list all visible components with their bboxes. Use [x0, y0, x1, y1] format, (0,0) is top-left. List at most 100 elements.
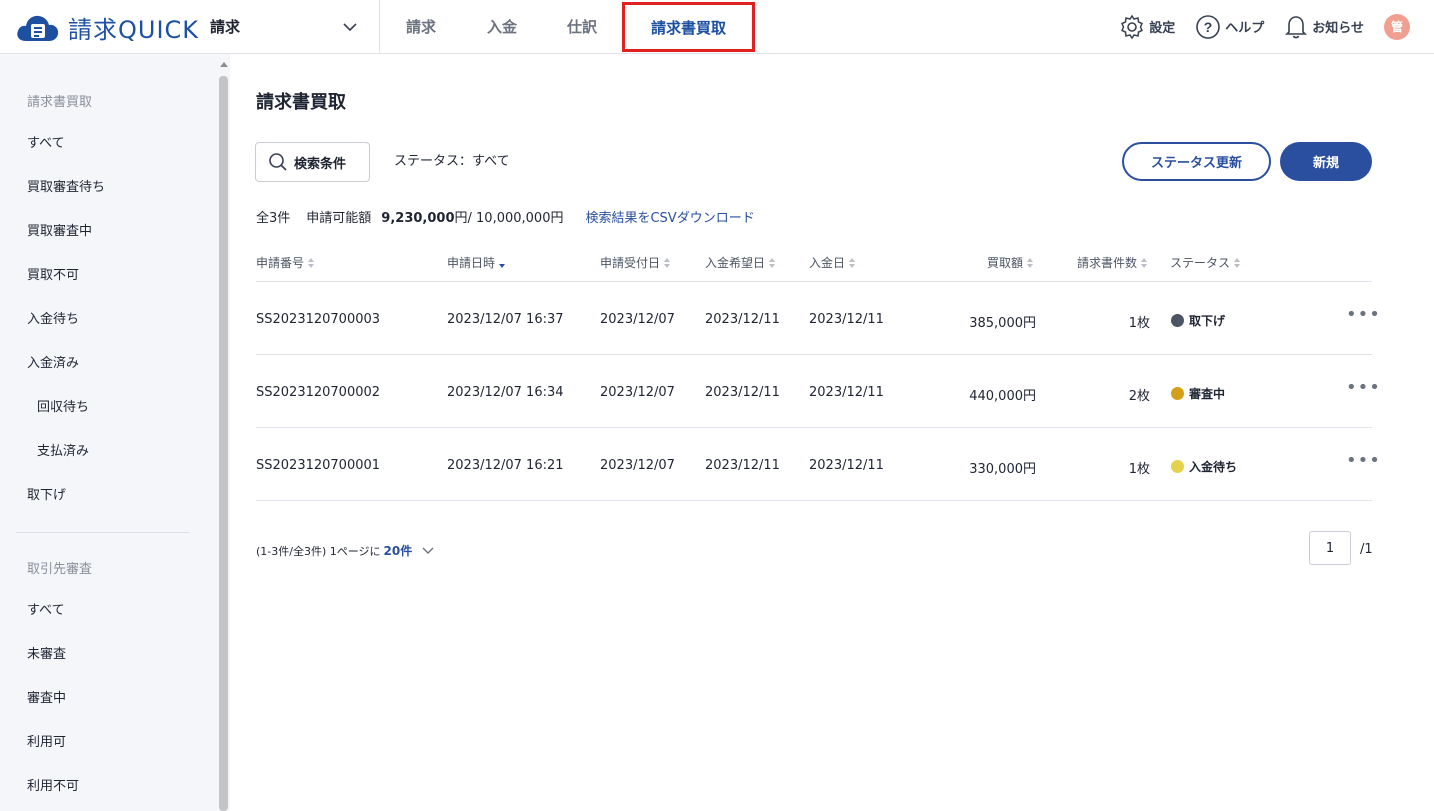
status-filter-text: ステータス：すべて	[394, 154, 510, 169]
column-header-label: 入金希望日	[705, 256, 766, 270]
cell-count: 2枚	[1128, 389, 1150, 404]
sidebar-item-review-waiting[interactable]: 買取審査待ち	[27, 176, 105, 195]
column-header-paid[interactable]: 入金日	[809, 254, 856, 271]
cell-id: SS2023120700003	[256, 312, 381, 327]
sort-icon	[664, 257, 671, 268]
status-refresh-button[interactable]: ステータス更新	[1122, 142, 1271, 181]
cell-paid: 2023/12/11	[809, 385, 884, 400]
sidebar-item-unreviewed[interactable]: 未審査	[27, 643, 66, 662]
chevron-down-icon	[343, 22, 357, 31]
sidebar-item-available[interactable]: 利用可	[27, 731, 66, 750]
sidebar-item-withdrawn[interactable]: 取下げ	[27, 484, 66, 503]
status-dot-icon	[1171, 460, 1184, 473]
column-header-received[interactable]: 申請受付日	[600, 254, 671, 271]
bell-icon	[1285, 15, 1308, 38]
cell-received: 2023/12/07	[600, 458, 675, 473]
nav-invoice-purchase[interactable]: 請求書買取	[622, 2, 755, 52]
scrollbar-thumb[interactable]	[219, 76, 228, 811]
app-selector[interactable]: 請求	[210, 0, 380, 53]
brand-logo[interactable]: 請求QUICK	[14, 10, 199, 45]
column-header-count[interactable]: 請求書件数	[1077, 254, 1148, 271]
status-badge: 取下げ	[1171, 312, 1225, 329]
notifications-label: お知らせ	[1312, 21, 1364, 36]
cell-received: 2023/12/07	[600, 385, 675, 400]
more-options-icon[interactable]: •••	[1346, 304, 1381, 325]
sidebar-scrollbar[interactable]	[217, 54, 230, 811]
table-divider	[256, 500, 1372, 501]
gear-icon	[1121, 14, 1144, 39]
page-total: /1	[1360, 542, 1373, 557]
search-icon	[269, 153, 287, 171]
sidebar-heading-purchase: 請求書買取	[27, 95, 93, 110]
sidebar-item-awaiting-collection[interactable]: 回収待ち	[37, 396, 89, 415]
sidebar-item-deposited[interactable]: 入金済み	[27, 352, 79, 371]
nav-payment[interactable]: 入金	[462, 0, 542, 53]
sidebar: 請求書買取 すべて 買取審査待ち 買取審査中 買取不可 入金待ち 入金済み 回収…	[0, 54, 230, 811]
column-header-status[interactable]: ステータス	[1170, 254, 1241, 271]
settings-label: 設定	[1149, 21, 1176, 36]
nav-invoice[interactable]: 請求	[380, 0, 462, 53]
sort-icon	[1027, 257, 1034, 268]
column-header-desired[interactable]: 入金希望日	[705, 254, 776, 271]
new-button[interactable]: 新規	[1280, 142, 1372, 181]
sort-icon	[849, 257, 856, 268]
page-number-input[interactable]: 1	[1309, 531, 1351, 565]
cell-datetime: 2023/12/07 16:21	[447, 458, 564, 473]
cell-amount: 440,000円	[969, 389, 1036, 404]
cell-datetime: 2023/12/07 16:37	[447, 312, 564, 327]
status-badge: 入金待ち	[1171, 458, 1237, 475]
table-divider	[256, 354, 1372, 355]
cell-amount: 330,000円	[969, 462, 1036, 477]
csv-download-link[interactable]: 検索結果をCSVダウンロード	[585, 207, 754, 226]
sort-icon	[769, 257, 776, 268]
status-badge: 審査中	[1171, 385, 1225, 402]
column-header-id[interactable]: 申請番号	[256, 254, 315, 271]
sort-icon	[1234, 257, 1241, 268]
sidebar-item-awaiting-deposit[interactable]: 入金待ち	[27, 308, 79, 327]
help-icon: ?	[1196, 14, 1221, 39]
column-header-label: 申請番号	[256, 256, 305, 270]
status-label: 審査中	[1189, 387, 1226, 401]
scroll-up-icon[interactable]	[220, 62, 228, 67]
notifications-button[interactable]: お知らせ	[1284, 14, 1364, 40]
help-button[interactable]: ? ヘルプ	[1195, 14, 1264, 40]
chevron-down-icon[interactable]	[422, 547, 434, 555]
page-title: 請求書買取	[256, 92, 346, 113]
sort-desc-icon	[499, 258, 506, 268]
sidebar-item-reviewing[interactable]: 買取審査中	[27, 220, 92, 239]
column-header-label: ステータス	[1170, 256, 1231, 270]
per-page-select[interactable]: 20件	[384, 542, 413, 559]
top-header: 請求QUICK 請求 請求 入金 仕訳 請求書買取 設定 ? ヘルプ お知らせ …	[0, 0, 1434, 54]
sidebar-item-paid[interactable]: 支払済み	[37, 440, 89, 459]
main-content: 請求書買取 検索条件 ステータス：すべて ステータス更新 新規 全3件 申請可能…	[231, 54, 1434, 811]
sidebar-item-all[interactable]: すべて	[27, 132, 65, 151]
more-options-icon[interactable]: •••	[1346, 450, 1381, 471]
sidebar-item-rejected[interactable]: 買取不可	[27, 264, 79, 283]
settings-button[interactable]: 設定	[1119, 14, 1175, 40]
column-header-datetime[interactable]: 申請日時	[447, 254, 506, 271]
user-avatar[interactable]: 管	[1384, 13, 1410, 40]
available-total: / 10,000,000円	[467, 211, 564, 226]
cloud-logo-icon	[14, 11, 62, 45]
svg-text:?: ?	[1204, 19, 1213, 35]
search-conditions-button[interactable]: 検索条件	[255, 142, 370, 182]
pager-info: (1-3件/全3件) 1ページに 20件	[256, 542, 434, 559]
cell-datetime: 2023/12/07 16:34	[447, 385, 564, 400]
sidebar-divider	[16, 532, 190, 533]
cell-desired: 2023/12/11	[705, 312, 780, 327]
sidebar-item-partner-reviewing[interactable]: 審査中	[27, 687, 66, 706]
cell-desired: 2023/12/11	[705, 385, 780, 400]
app-selector-label: 請求	[210, 18, 241, 36]
available-unit: 円	[454, 211, 468, 226]
cell-count: 1枚	[1128, 316, 1150, 331]
more-options-icon[interactable]: •••	[1346, 377, 1381, 398]
column-header-amount[interactable]: 買取額	[987, 254, 1034, 271]
cell-amount: 385,000円	[969, 316, 1036, 331]
sidebar-item-unavailable[interactable]: 利用不可	[27, 775, 79, 794]
cell-received: 2023/12/07	[600, 312, 675, 327]
header-actions: 設定 ? ヘルプ お知らせ 管	[1099, 0, 1410, 53]
sidebar-item-partner-all[interactable]: すべて	[27, 599, 65, 618]
status-dot-icon	[1171, 387, 1184, 400]
help-label: ヘルプ	[1225, 21, 1265, 36]
nav-journal[interactable]: 仕訳	[542, 0, 622, 53]
